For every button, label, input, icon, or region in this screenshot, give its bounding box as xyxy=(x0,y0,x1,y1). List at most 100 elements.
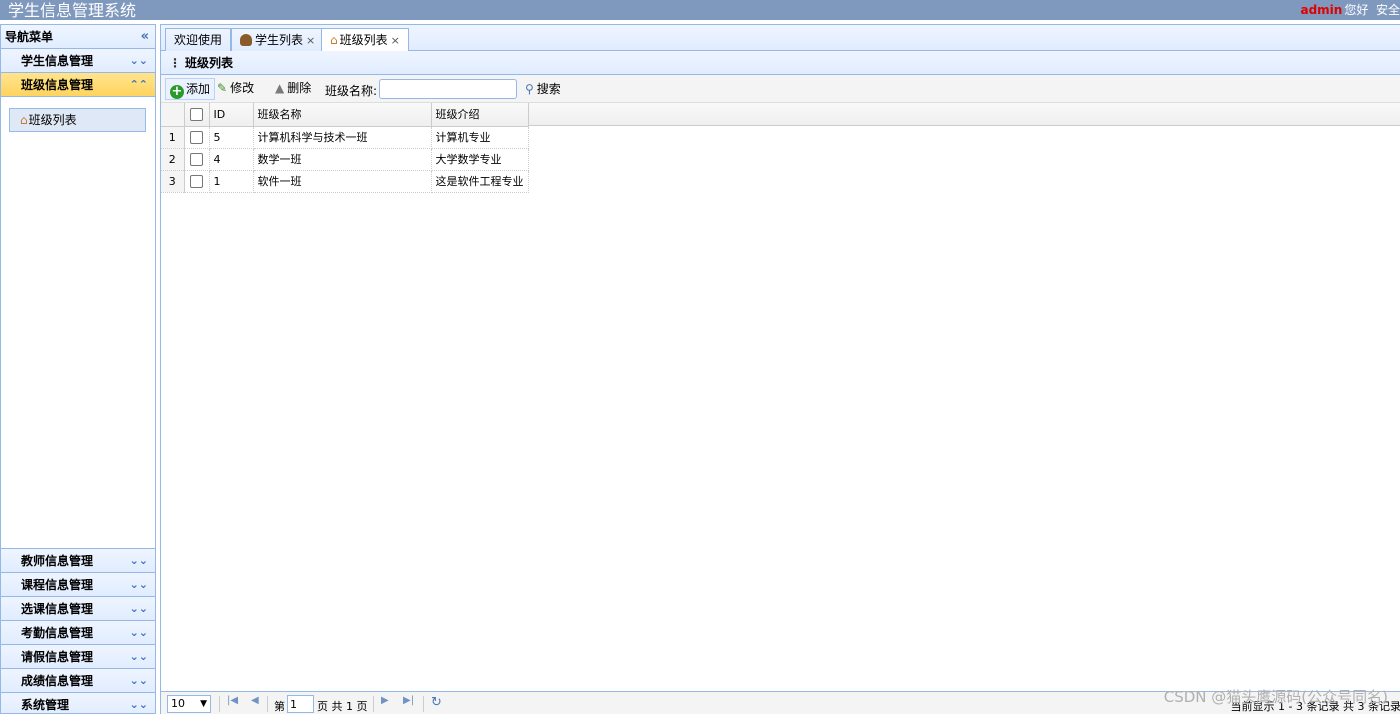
refresh-icon[interactable]: ↻ xyxy=(431,695,442,710)
col-header-name[interactable]: 班级名称 xyxy=(253,103,432,127)
app-header: 学生信息管理系统 admin 您好 安全 xyxy=(0,0,1400,20)
nav-group-student[interactable]: 学生信息管理 ⌄⌄ xyxy=(1,49,155,73)
delete-button-label: 删除 xyxy=(287,81,312,95)
nav-group-label: 请假信息管理 xyxy=(21,650,94,664)
add-icon: + xyxy=(170,84,184,99)
tab-class-list[interactable]: ⌂ 班级列表 × xyxy=(321,28,409,52)
row-checkbox[interactable] xyxy=(190,152,203,166)
nav-group-class-body: ⌂班级列表 xyxy=(1,97,155,549)
nav-group-selection[interactable]: 选课信息管理 ⌄⌄ xyxy=(1,597,155,621)
nav-group-system[interactable]: 系统管理 ⌄⌄ xyxy=(1,693,155,713)
last-page-icon[interactable]: ▶| xyxy=(403,695,414,706)
user-icon xyxy=(240,34,252,46)
app-title: 学生信息管理系统 xyxy=(8,1,137,20)
cell-name: 软件一班 xyxy=(253,170,432,193)
page-size-value: 10 xyxy=(171,697,185,710)
close-icon[interactable]: × xyxy=(391,34,400,47)
sidebar-item-label: 班级列表 xyxy=(28,113,77,127)
page-number-input[interactable] xyxy=(287,695,314,713)
chevron-down-icon: ⌄⌄ xyxy=(129,578,148,591)
class-name-search-input[interactable] xyxy=(379,79,517,99)
row-checkbox-cell xyxy=(184,126,210,149)
nav-panel: 导航菜单 « 学生信息管理 ⌄⌄ 班级信息管理 ⌃⌃ ⌂班级列表 教师信息管理 … xyxy=(0,24,156,714)
header-extra-link[interactable]: 安全 xyxy=(1376,3,1400,17)
watermark: CSDN @猫头鹰源码(公众号同名) xyxy=(1163,688,1388,706)
first-page-icon[interactable]: |◀ xyxy=(227,695,238,706)
chevron-down-icon: ⌄⌄ xyxy=(129,54,148,67)
table-row[interactable]: 2 4 数学一班 大学数学专业 xyxy=(161,148,529,171)
chevron-down-icon: ⌄⌄ xyxy=(129,626,148,639)
close-icon[interactable]: × xyxy=(306,34,315,47)
edit-button-label: 修改 xyxy=(230,81,255,95)
chevron-down-icon: ⌄⌄ xyxy=(129,602,148,615)
cell-desc: 这是软件工程专业 xyxy=(431,170,529,193)
row-checkbox[interactable] xyxy=(190,130,203,144)
chevron-down-icon: ⌄⌄ xyxy=(129,698,148,711)
page-suffix: 页 共 1 页 xyxy=(317,700,368,713)
search-button[interactable]: ⚲ 搜索 xyxy=(523,79,563,99)
delete-icon: ▲ xyxy=(275,81,285,95)
user-info: admin 您好 安全 xyxy=(1300,1,1400,18)
row-number-header xyxy=(161,103,185,127)
pager-separator xyxy=(219,696,220,712)
select-all-checkbox-cell xyxy=(184,103,210,127)
nav-group-leave[interactable]: 请假信息管理 ⌄⌄ xyxy=(1,645,155,669)
nav-group-score[interactable]: 成绩信息管理 ⌄⌄ xyxy=(1,669,155,693)
chevron-down-icon: ⌄⌄ xyxy=(129,674,148,687)
pager-separator xyxy=(423,696,424,712)
prev-page-icon[interactable]: ◀ xyxy=(251,695,259,706)
select-all-checkbox[interactable] xyxy=(190,108,203,121)
add-button-label: 添加 xyxy=(186,82,211,96)
user-name: admin xyxy=(1300,3,1343,17)
greeting: 您好 xyxy=(1344,3,1369,17)
pager-separator xyxy=(373,696,374,712)
tab-label: 班级列表 xyxy=(339,33,388,47)
collapse-left-icon[interactable]: « xyxy=(141,25,149,49)
row-checkbox-cell xyxy=(184,148,210,171)
tab-student-list[interactable]: 学生列表 × xyxy=(231,28,325,51)
nav-group-label: 教师信息管理 xyxy=(21,554,94,568)
nav-group-course[interactable]: 课程信息管理 ⌄⌄ xyxy=(1,573,155,597)
nav-group-class[interactable]: 班级信息管理 ⌃⌃ xyxy=(1,73,155,97)
nav-group-attendance[interactable]: 考勤信息管理 ⌄⌄ xyxy=(1,621,155,645)
cell-desc: 大学数学专业 xyxy=(431,148,529,171)
search-label: 班级名称: xyxy=(325,84,378,98)
cell-id: 1 xyxy=(209,170,254,193)
chevron-down-icon: ▼ xyxy=(200,699,207,709)
sidebar-item-class-list[interactable]: ⌂班级列表 xyxy=(9,108,146,132)
table-row[interactable]: 1 5 计算机科学与技术一班 计算机专业 xyxy=(161,126,529,149)
cell-name: 数学一班 xyxy=(253,148,432,171)
chevron-down-icon: ⌄⌄ xyxy=(129,650,148,663)
add-button[interactable]: + 添加 xyxy=(165,78,216,100)
delete-button[interactable]: ▲ 删除 xyxy=(271,78,315,100)
main-content: ⋮ 班级列表 + 添加 ✎ 修改 ▲ 删除 班级名称: ⚲ 搜索 ID 班级名称 班级介绍 xyxy=(160,51,1400,714)
next-page-icon[interactable]: ▶ xyxy=(381,695,389,706)
table-row[interactable]: 3 1 软件一班 这是软件工程专业 xyxy=(161,170,529,193)
tab-label: 欢迎使用 xyxy=(174,33,223,47)
row-checkbox-cell xyxy=(184,170,210,193)
tab-welcome[interactable]: 欢迎使用 xyxy=(165,28,232,51)
nav-group-teacher[interactable]: 教师信息管理 ⌄⌄ xyxy=(1,549,155,573)
pager-separator xyxy=(267,696,268,712)
panel-title-label: 班级列表 xyxy=(185,56,234,70)
nav-title: 导航菜单 « xyxy=(1,25,155,49)
nav-group-label: 班级信息管理 xyxy=(21,78,94,92)
search-button-label: 搜索 xyxy=(536,82,561,96)
more-icon: ⋮ xyxy=(169,56,181,70)
edit-button[interactable]: ✎ 修改 xyxy=(213,78,258,100)
nav-group-label: 成绩信息管理 xyxy=(21,674,94,688)
row-checkbox[interactable] xyxy=(190,174,203,188)
cell-id: 5 xyxy=(209,126,254,149)
nav-group-label: 考勤信息管理 xyxy=(21,626,94,640)
row-number: 2 xyxy=(161,148,185,171)
panel-title: ⋮ 班级列表 xyxy=(161,51,1400,75)
search-icon: ⚲ xyxy=(525,82,534,96)
chevron-up-icon: ⌃⌃ xyxy=(129,78,148,91)
tabs-bar: 欢迎使用 学生列表 × ⌂ 班级列表 × xyxy=(160,24,1400,52)
col-header-id[interactable]: ID xyxy=(209,103,254,127)
toolbar: + 添加 ✎ 修改 ▲ 删除 班级名称: ⚲ 搜索 xyxy=(161,75,1400,103)
page-size-select[interactable]: 10 ▼ xyxy=(167,695,211,713)
col-header-desc[interactable]: 班级介绍 xyxy=(431,103,529,127)
page-prefix: 第 xyxy=(274,700,285,713)
tab-label: 学生列表 xyxy=(255,33,304,47)
